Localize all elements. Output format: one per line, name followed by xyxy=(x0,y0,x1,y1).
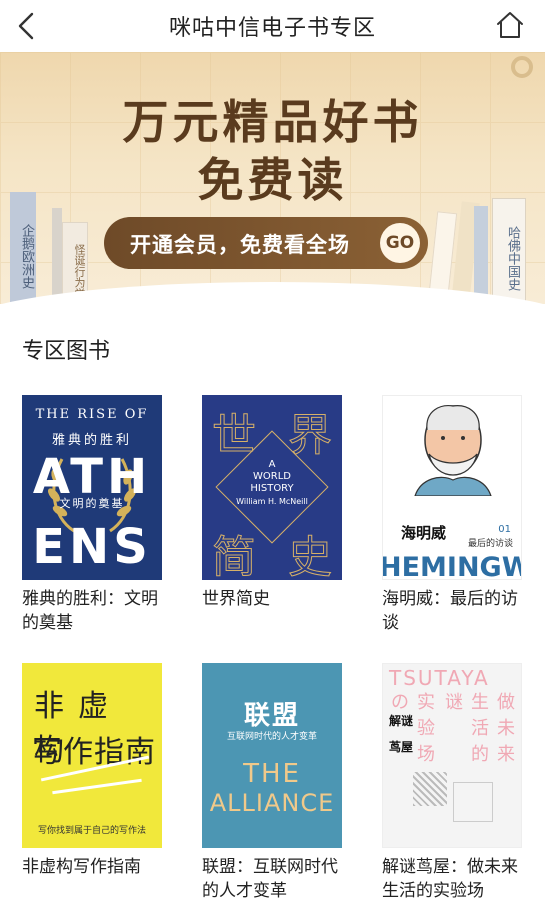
book-title[interactable]: 非虚构写作指南 xyxy=(22,855,162,879)
cover-text: 简 xyxy=(212,532,257,581)
cover-text: ENS xyxy=(32,519,152,575)
cover-text: 联盟 xyxy=(243,701,300,731)
book-title[interactable]: 雅典的胜利：文明的奠基 xyxy=(22,587,162,635)
book-cover[interactable]: TSUTAYA の 实 谜 生 做 验 活 未 场 的 来 解谜 茑屋 xyxy=(382,663,522,848)
portrait-illustration xyxy=(414,405,492,496)
book-spine-label: 企鹅欧洲史 xyxy=(19,223,34,289)
book-spine-decoration xyxy=(474,206,488,304)
cover-text: ALLIANCE xyxy=(209,789,335,817)
book-title[interactable]: 联盟：互联网时代的人才变革 xyxy=(202,855,342,903)
cover-text: 写作指南 xyxy=(32,735,156,770)
cover-text: 海明威 xyxy=(401,524,447,542)
cover-text: 验 xyxy=(417,718,435,739)
cover-text: 来 xyxy=(497,744,515,765)
book-spine-label: 哈佛中国史 xyxy=(505,225,520,291)
cover-text: THE RISE OF xyxy=(35,407,149,422)
cover-text: TSUTAYA xyxy=(389,666,490,690)
cover-text: 活 xyxy=(471,718,489,739)
book-title[interactable]: 世界简史 xyxy=(202,587,342,611)
cover-text: HEMINGW xyxy=(382,552,522,580)
banner-subline: 免费读 xyxy=(197,153,348,207)
cover-text: 雅典的胜利 xyxy=(51,433,132,448)
cover-text: 最后的访谈 xyxy=(467,539,513,549)
book-card[interactable]: 世 界 简 史 A WORLD HISTORY William H. McNei… xyxy=(202,395,342,611)
home-icon[interactable] xyxy=(495,10,525,40)
cover-text: A xyxy=(268,459,276,470)
subscribe-button-label: 开通会员，免费看全场 xyxy=(130,233,350,257)
book-cover[interactable]: 海明威 01 最后的访谈 HEMINGW xyxy=(382,395,522,580)
promo-banner[interactable]: 企鹅欧洲史 怪诞行为学 哈佛中国史 万元精品好书 免费读 开通会员，免费看全场 … xyxy=(0,52,545,304)
cover-text: HISTORY xyxy=(250,483,294,494)
pencil-decoration xyxy=(52,778,142,795)
book-card[interactable]: TSUTAYA の 实 谜 生 做 验 活 未 场 的 来 解谜 茑屋 解谜茑屋… xyxy=(382,663,522,903)
cover-text: THE xyxy=(243,759,301,789)
top-bar: 咪咕中信电子书专区 xyxy=(0,0,545,52)
cover-text: 茑屋 xyxy=(389,740,414,754)
cover-text: 文明的奠基 xyxy=(59,497,125,510)
cover-text: 互联网时代的人才变革 xyxy=(226,732,317,742)
cover-text: 场 xyxy=(417,744,435,765)
cover-text: 01 xyxy=(498,524,511,535)
go-button[interactable]: GO xyxy=(380,223,420,263)
cover-text: 实 xyxy=(417,692,435,713)
page-title: 咪咕中信电子书专区 xyxy=(168,16,376,41)
book-card[interactable]: 联盟 互联网时代的人才变革 THE ALLIANCE 联盟：互联网时代的人才变革 xyxy=(202,663,342,903)
section-title: 专区图书 xyxy=(22,339,111,364)
cover-pattern-decoration xyxy=(453,782,493,822)
banner-headline: 万元精品好书 xyxy=(122,95,423,149)
cover-text: 的 xyxy=(471,744,489,765)
book-cover[interactable]: 世 界 简 史 A WORLD HISTORY William H. McNei… xyxy=(202,395,342,580)
book-cover[interactable]: 联盟 互联网时代的人才变革 THE ALLIANCE xyxy=(202,663,342,848)
banner-decoration xyxy=(511,56,533,78)
cover-text: の xyxy=(391,692,409,713)
cover-pattern-decoration xyxy=(413,772,447,806)
book-card[interactable]: 海明威 01 最后的访谈 HEMINGW 海明威：最后的访谈 xyxy=(382,395,522,635)
subscribe-button[interactable]: 开通会员，免费看全场 GO xyxy=(104,217,428,269)
book-cover[interactable]: THE RISE OF 雅典的胜利 ATH 文明的奠基 ENS xyxy=(22,395,162,580)
cover-text: 解谜 xyxy=(389,714,414,728)
book-spine-decoration xyxy=(52,208,62,304)
book-card[interactable]: THE RISE OF 雅典的胜利 ATH 文明的奠基 ENS 雅典的胜利：文明… xyxy=(22,395,162,635)
cover-text: 史 xyxy=(288,532,333,581)
cover-text: 做 xyxy=(497,692,515,713)
book-card[interactable]: 非虚构 写作指南 写你找到属于自己的写作法 非虚构写作指南 xyxy=(22,663,162,879)
cover-text: 谜 xyxy=(445,692,463,713)
book-cover[interactable]: 非虚构 写作指南 写你找到属于自己的写作法 xyxy=(22,663,162,848)
cover-text: William H. McNeill xyxy=(236,497,308,506)
cover-text: 生 xyxy=(471,692,489,713)
cover-text: 写你找到属于自己的写作法 xyxy=(37,826,146,836)
cover-text: 未 xyxy=(497,718,515,739)
book-title[interactable]: 海明威：最后的访谈 xyxy=(382,587,522,635)
cover-text: WORLD xyxy=(253,471,291,482)
book-title[interactable]: 解谜茑屋：做未来生活的实验场 xyxy=(382,855,522,903)
